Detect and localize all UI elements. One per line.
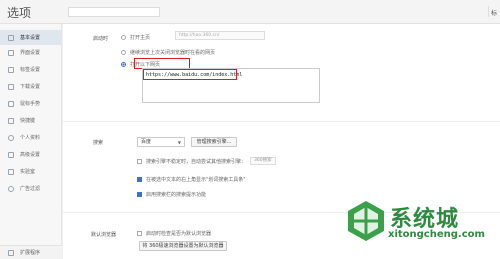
radio-homepage[interactable]: [121, 35, 126, 40]
option-label: 打开主页: [130, 35, 151, 41]
sidebar-item-label: 扩展程序: [20, 250, 41, 256]
option-label: 在被选中文本的右上角显示"划词搜索工具条": [146, 177, 246, 183]
option-label: 继续浏览上次关闭浏览器时在看的网页: [130, 50, 216, 56]
sidebar-item-label: 下载设置: [20, 84, 41, 90]
search-section-label: 搜索: [93, 140, 104, 146]
sidebar-item-label: 界面设置: [20, 50, 41, 56]
filter-icon: [8, 185, 14, 192]
page-title: 选项: [7, 6, 32, 20]
sidebar-item-label: 快捷键: [20, 118, 36, 124]
sidebar-item-ad-filter[interactable]: 广告过滤: [0, 181, 62, 196]
keyboard-icon: [8, 117, 14, 124]
default-browser-option-check[interactable]: 启动时检查是否为默认浏览器: [137, 230, 211, 237]
startup-option-restore[interactable]: 继续浏览上次关闭浏览器时在看的网页: [121, 49, 215, 56]
sidebar-item-label: 标签设置: [20, 67, 41, 73]
sidebar-item-label: 实验室: [20, 169, 36, 175]
search-engine-value: 百度: [141, 139, 152, 145]
radio-restore[interactable]: [121, 50, 126, 55]
advanced-icon: [8, 151, 14, 158]
default-browser-section-label: 默认浏览器: [91, 232, 117, 238]
option-label: 启动时检查是否为默认浏览器: [146, 231, 212, 237]
checkbox-fallback[interactable]: [137, 158, 142, 164]
startup-option-homepage[interactable]: 打开主页: [121, 34, 150, 41]
search-option-selection-toolbar[interactable]: 在被选中文本的右上角显示"划词搜索工具条": [137, 176, 246, 183]
sidebar: 基本设置 界面设置 标签设置 下载设置 鼠标手势 快捷键 个人资料 高级设置 实…: [0, 24, 62, 259]
sidebar-item-tab-settings[interactable]: 标签设置: [0, 62, 62, 77]
sidebar-item-mouse-gestures[interactable]: 鼠标手势: [0, 96, 62, 111]
site-watermark: 系统城 xitongcheng.com: [344, 199, 494, 253]
sidebar-item-label: 基本设置: [20, 35, 41, 41]
divider: [63, 121, 500, 122]
watermark-logo-icon: [348, 201, 384, 241]
search-option-suggestions[interactable]: 启用搜索栏的搜索提示功能: [137, 191, 206, 198]
search-engine-select[interactable]: 百度 ▼: [137, 137, 185, 147]
search-input[interactable]: [68, 7, 160, 17]
sidebar-item-basic-settings[interactable]: 基本设置: [0, 30, 62, 45]
checkbox-check-default[interactable]: [137, 231, 142, 236]
sidebar-item-shortcuts[interactable]: 快捷键: [0, 113, 62, 128]
download-icon: [8, 83, 14, 90]
radio-open-pages[interactable]: [121, 62, 126, 67]
window-icon: [8, 49, 14, 56]
header-right-label[interactable]: 标: [491, 8, 497, 17]
user-icon: [8, 134, 14, 141]
extension-icon: [8, 249, 14, 256]
chevron-down-icon: ▼: [177, 140, 181, 145]
sidebar-item-label: 个人资料: [20, 135, 41, 141]
sidebar-item-label: 广告过滤: [20, 186, 41, 192]
sidebar-item-lab[interactable]: 实验室: [0, 164, 62, 179]
sidebar-item-profile[interactable]: 个人资料: [0, 130, 62, 145]
set-default-browser-button[interactable]: 将 360极速浏览器设置为默认浏览器: [139, 241, 227, 251]
sidebar-item-label: 鼠标手势: [20, 101, 41, 107]
homepage-url-input[interactable]: http://hao.360.cn/: [175, 31, 265, 40]
sidebar-item-download-settings[interactable]: 下载设置: [0, 79, 62, 94]
mouse-icon: [8, 100, 14, 107]
watermark-url: xitongcheng.com: [388, 229, 485, 240]
tab-icon: [8, 66, 14, 73]
option-label: 搜索引擎不稳定时，自动尝试其他搜索引擎：: [146, 158, 247, 165]
sidebar-item-extensions[interactable]: 扩展程序: [0, 245, 62, 259]
option-label: 启用搜索栏的搜索提示功能: [146, 192, 207, 198]
manage-search-engines-button[interactable]: 管理搜索引擎...: [191, 137, 237, 147]
startup-section-label: 启动时: [93, 36, 109, 42]
checkbox-suggestions[interactable]: [137, 192, 142, 197]
checkbox-selection-toolbar[interactable]: [137, 177, 142, 182]
title-bar: 选项 标: [0, 0, 500, 24]
sidebar-item-advanced-settings[interactable]: 高级设置: [0, 147, 62, 162]
lab-icon: [8, 168, 14, 175]
highlight-url: [143, 69, 237, 80]
gear-icon: [8, 34, 14, 41]
sidebar-item-label: 高级设置: [20, 152, 41, 158]
search-option-fallback[interactable]: 搜索引擎不稳定时，自动尝试其他搜索引擎： 360搜索: [137, 157, 276, 165]
sidebar-item-interface-settings[interactable]: 界面设置: [0, 45, 62, 60]
fallback-engine-select[interactable]: 360搜索: [250, 157, 276, 165]
